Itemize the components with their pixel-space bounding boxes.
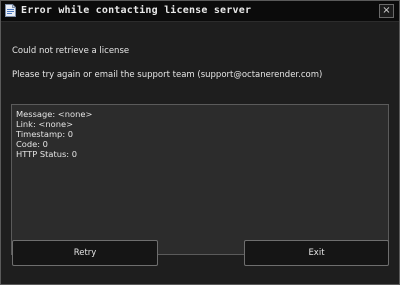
retry-button[interactable]: Retry (12, 240, 158, 266)
detail-link: Link: <none> (16, 119, 74, 129)
title-bar[interactable]: Error while contacting license server × (1, 1, 399, 22)
dialog-content: Could not retrieve a license Please try … (1, 22, 399, 284)
window-title: Error while contacting license server (21, 5, 252, 16)
error-message: Could not retrieve a license (12, 46, 130, 56)
detail-timestamp: Timestamp: 0 (16, 129, 74, 139)
error-dialog: Error while contacting license server × … (0, 0, 400, 285)
close-button[interactable]: × (379, 4, 394, 18)
instruction-text: Please try again or email the support te… (12, 70, 323, 80)
document-icon (5, 4, 16, 17)
error-details-box[interactable]: Message: <none> Link: <none> Timestamp: … (11, 104, 389, 255)
detail-message: Message: <none> (16, 109, 93, 119)
close-icon[interactable]: × (382, 5, 390, 16)
exit-button[interactable]: Exit (244, 240, 389, 266)
detail-http-status: HTTP Status: 0 (16, 149, 78, 159)
detail-code: Code: 0 (16, 139, 48, 149)
